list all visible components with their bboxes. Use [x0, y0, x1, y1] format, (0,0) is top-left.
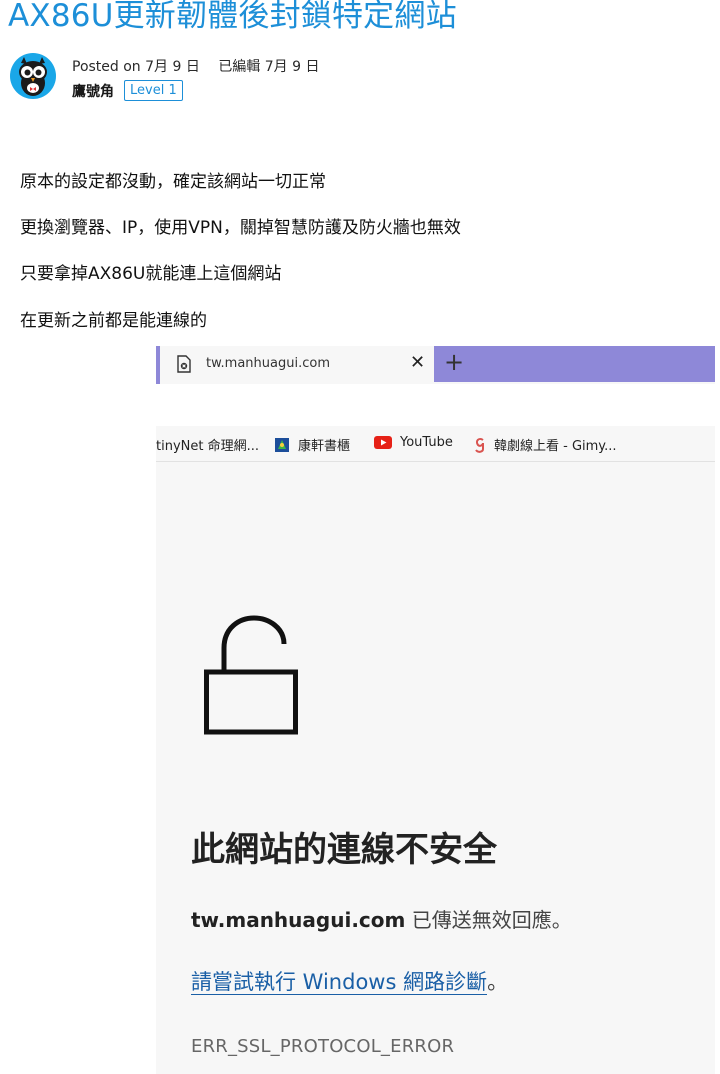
youtube-icon: [374, 436, 392, 449]
bookmark-item[interactable]: tinyNet 命理網...: [156, 435, 259, 454]
posted-date: Posted on 7月 9 日: [72, 59, 200, 75]
globe-icon: [275, 437, 289, 452]
bookmark-item[interactable]: 康軒書櫃: [274, 435, 350, 454]
error-hostname: tw.manhuagui.com: [191, 908, 406, 932]
bookmark-label: YouTube: [400, 435, 453, 450]
browser-tab[interactable]: tw.manhuagui.com ✕: [156, 346, 434, 384]
new-tab-icon[interactable]: +: [444, 348, 464, 376]
diagnostics-line: 請嘗試執行 Windows 網路診斷。: [191, 966, 508, 996]
gimy-icon: [475, 437, 484, 453]
unlocked-padlock-icon: [204, 615, 298, 735]
edited-date: 已編輯 7月 9 日: [218, 59, 320, 75]
avatar[interactable]: [10, 53, 56, 99]
post-text-line: 更換瀏覽器、IP，使用VPN，關掉智慧防護及防火牆也無效: [20, 218, 461, 238]
diagnostics-tail: 。: [487, 970, 509, 994]
browser-toolbar: [156, 384, 715, 426]
error-message: tw.manhuagui.com 已傳送無效回應。: [191, 904, 572, 933]
error-code: ERR_SSL_PROTOCOL_ERROR: [191, 1036, 455, 1057]
browser-tab-bar: tw.manhuagui.com ✕ +: [156, 346, 715, 384]
bookmark-label: tinyNet 命理網...: [156, 439, 259, 454]
post-title: AX86U更新韌體後封鎖特定網站: [8, 0, 457, 34]
tab-title: tw.manhuagui.com: [206, 356, 330, 371]
tab-bar-background: [434, 346, 715, 382]
error-title: 此網站的連線不安全: [191, 830, 497, 870]
bookmarks-bar: tinyNet 命理網... 康軒書櫃 YouTube 韓劇線上看 - Gimy…: [156, 426, 715, 462]
bookmark-item[interactable]: 韓劇線上看 - Gimy...: [474, 435, 617, 454]
level-badge: Level 1: [124, 80, 183, 101]
post-text-line: 只要拿掉AX86U就能連上這個網站: [20, 264, 282, 284]
author-line: 鷹號角 Level 1: [72, 80, 183, 101]
embedded-screenshot: tw.manhuagui.com ✕ + tinyNet 命理網... 康軒書櫃…: [156, 346, 715, 1074]
post-text-line: 在更新之前都是能連線的: [20, 311, 207, 331]
author-name[interactable]: 鷹號角: [72, 81, 114, 101]
windows-diagnostics-link[interactable]: 請嘗試執行 Windows 網路診斷: [191, 970, 488, 995]
bookmark-label: 韓劇線上看 - Gimy...: [494, 439, 617, 454]
page-error-icon: [177, 355, 191, 373]
bookmark-item[interactable]: YouTube: [374, 435, 453, 450]
post-meta: Posted on 7月 9 日 已編輯 7月 9 日: [72, 56, 333, 76]
bookmark-label: 康軒書櫃: [298, 439, 351, 454]
post-text-line: 原本的設定都沒動，確定該網站一切正常: [20, 172, 326, 192]
owl-avatar-icon: [19, 57, 47, 96]
error-message-text: 已傳送無效回應。: [405, 908, 572, 932]
tab-close-icon[interactable]: ✕: [410, 352, 425, 373]
